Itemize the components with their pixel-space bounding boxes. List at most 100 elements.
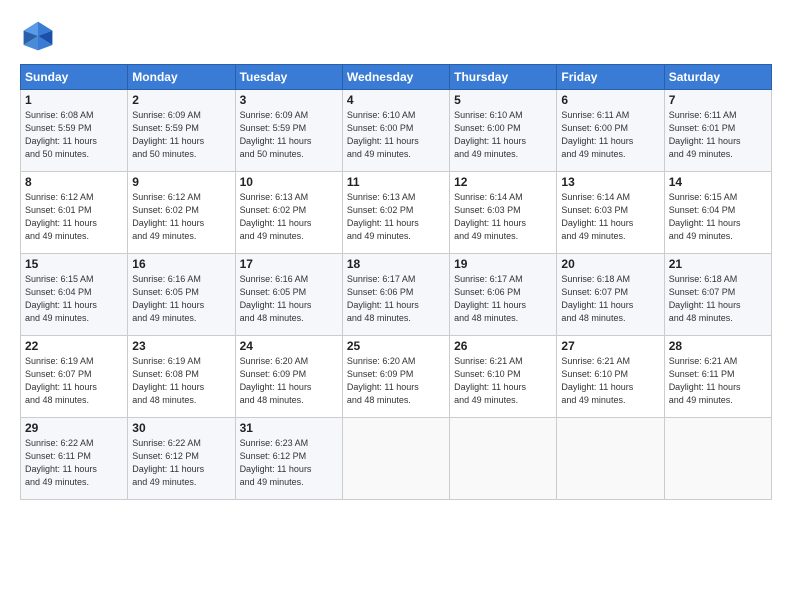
day-detail: Sunrise: 6:11 AM Sunset: 6:01 PM Dayligh…	[669, 109, 767, 161]
day-detail: Sunrise: 6:20 AM Sunset: 6:09 PM Dayligh…	[347, 355, 445, 407]
day-number: 6	[561, 93, 659, 107]
day-detail: Sunrise: 6:13 AM Sunset: 6:02 PM Dayligh…	[240, 191, 338, 243]
day-detail: Sunrise: 6:21 AM Sunset: 6:10 PM Dayligh…	[561, 355, 659, 407]
day-detail: Sunrise: 6:20 AM Sunset: 6:09 PM Dayligh…	[240, 355, 338, 407]
calendar-day-cell: 16 Sunrise: 6:16 AM Sunset: 6:05 PM Dayli…	[128, 254, 235, 336]
day-number: 19	[454, 257, 552, 271]
page: SundayMondayTuesdayWednesdayThursdayFrid…	[0, 0, 792, 612]
day-number: 25	[347, 339, 445, 353]
calendar-day-cell: 11Sunrise: 6:13 AM Sunset: 6:02 PM Dayli…	[342, 172, 449, 254]
day-detail: Sunrise: 6:13 AM Sunset: 6:02 PM Dayligh…	[347, 191, 445, 243]
day-detail: Sunrise: 6:19 AM Sunset: 6:08 PM Dayligh…	[132, 355, 230, 407]
day-detail: Sunrise: 6:08 AM Sunset: 5:59 PM Dayligh…	[25, 109, 123, 161]
day-number: 10	[240, 175, 338, 189]
calendar-day-cell: 28 Sunrise: 6:21 AM Sunset: 6:11 PM Dayli…	[664, 336, 771, 418]
header-row: SundayMondayTuesdayWednesdayThursdayFrid…	[21, 65, 772, 90]
day-number: 23	[132, 339, 230, 353]
day-number: 12	[454, 175, 552, 189]
calendar-week-row: 1 Sunrise: 6:08 AM Sunset: 5:59 PM Daylig…	[21, 90, 772, 172]
day-number: 21	[669, 257, 767, 271]
calendar-day-cell: 27 Sunrise: 6:21 AM Sunset: 6:10 PM Dayli…	[557, 336, 664, 418]
calendar-day-cell: 14 Sunrise: 6:15 AM Sunset: 6:04 PM Dayli…	[664, 172, 771, 254]
calendar-day-cell: 6 Sunrise: 6:11 AM Sunset: 6:00 PM Daylig…	[557, 90, 664, 172]
calendar-day-cell: 10 Sunrise: 6:13 AM Sunset: 6:02 PM Dayli…	[235, 172, 342, 254]
day-number: 9	[132, 175, 230, 189]
day-detail: Sunrise: 6:11 AM Sunset: 6:00 PM Dayligh…	[561, 109, 659, 161]
day-number: 29	[25, 421, 123, 435]
calendar-table: SundayMondayTuesdayWednesdayThursdayFrid…	[20, 64, 772, 500]
day-detail: Sunrise: 6:17 AM Sunset: 6:06 PM Dayligh…	[347, 273, 445, 325]
empty-cell	[557, 418, 664, 500]
day-number: 7	[669, 93, 767, 107]
calendar-day-cell: 8 Sunrise: 6:12 AM Sunset: 6:01 PM Daylig…	[21, 172, 128, 254]
day-number: 30	[132, 421, 230, 435]
header-day: Sunday	[21, 65, 128, 90]
logo	[20, 18, 62, 54]
day-number: 14	[669, 175, 767, 189]
day-detail: Sunrise: 6:19 AM Sunset: 6:07 PM Dayligh…	[25, 355, 123, 407]
day-detail: Sunrise: 6:22 AM Sunset: 6:12 PM Dayligh…	[132, 437, 230, 489]
day-detail: Sunrise: 6:16 AM Sunset: 6:05 PM Dayligh…	[132, 273, 230, 325]
day-detail: Sunrise: 6:18 AM Sunset: 6:07 PM Dayligh…	[669, 273, 767, 325]
day-number: 17	[240, 257, 338, 271]
empty-cell	[664, 418, 771, 500]
calendar-day-cell: 22Sunrise: 6:19 AM Sunset: 6:07 PM Dayli…	[21, 336, 128, 418]
day-detail: Sunrise: 6:15 AM Sunset: 6:04 PM Dayligh…	[25, 273, 123, 325]
calendar-day-cell: 7 Sunrise: 6:11 AM Sunset: 6:01 PM Daylig…	[664, 90, 771, 172]
calendar-day-cell: 5 Sunrise: 6:10 AM Sunset: 6:00 PM Daylig…	[450, 90, 557, 172]
calendar-day-cell: 24 Sunrise: 6:20 AM Sunset: 6:09 PM Dayli…	[235, 336, 342, 418]
calendar-week-row: 15 Sunrise: 6:15 AM Sunset: 6:04 PM Dayli…	[21, 254, 772, 336]
day-number: 16	[132, 257, 230, 271]
day-detail: Sunrise: 6:12 AM Sunset: 6:02 PM Dayligh…	[132, 191, 230, 243]
day-detail: Sunrise: 6:21 AM Sunset: 6:11 PM Dayligh…	[669, 355, 767, 407]
calendar-day-cell: 26 Sunrise: 6:21 AM Sunset: 6:10 PM Dayli…	[450, 336, 557, 418]
day-detail: Sunrise: 6:14 AM Sunset: 6:03 PM Dayligh…	[454, 191, 552, 243]
calendar-day-cell: 31Sunrise: 6:23 AM Sunset: 6:12 PM Dayli…	[235, 418, 342, 500]
day-number: 2	[132, 93, 230, 107]
day-number: 18	[347, 257, 445, 271]
day-detail: Sunrise: 6:17 AM Sunset: 6:06 PM Dayligh…	[454, 273, 552, 325]
calendar-day-cell: 21 Sunrise: 6:18 AM Sunset: 6:07 PM Dayli…	[664, 254, 771, 336]
day-number: 31	[240, 421, 338, 435]
day-number: 8	[25, 175, 123, 189]
day-number: 27	[561, 339, 659, 353]
header-day: Wednesday	[342, 65, 449, 90]
day-detail: Sunrise: 6:22 AM Sunset: 6:11 PM Dayligh…	[25, 437, 123, 489]
calendar-day-cell: 4Sunrise: 6:10 AM Sunset: 6:00 PM Daylig…	[342, 90, 449, 172]
day-number: 28	[669, 339, 767, 353]
calendar-day-cell: 3Sunrise: 6:09 AM Sunset: 5:59 PM Daylig…	[235, 90, 342, 172]
day-detail: Sunrise: 6:16 AM Sunset: 6:05 PM Dayligh…	[240, 273, 338, 325]
empty-cell	[450, 418, 557, 500]
header	[20, 18, 772, 54]
day-number: 13	[561, 175, 659, 189]
calendar-day-cell: 23 Sunrise: 6:19 AM Sunset: 6:08 PM Dayli…	[128, 336, 235, 418]
header-day: Tuesday	[235, 65, 342, 90]
day-detail: Sunrise: 6:10 AM Sunset: 6:00 PM Dayligh…	[454, 109, 552, 161]
day-detail: Sunrise: 6:12 AM Sunset: 6:01 PM Dayligh…	[25, 191, 123, 243]
day-number: 24	[240, 339, 338, 353]
calendar-week-row: 29 Sunrise: 6:22 AM Sunset: 6:11 PM Dayli…	[21, 418, 772, 500]
header-day: Friday	[557, 65, 664, 90]
calendar-day-cell: 9 Sunrise: 6:12 AM Sunset: 6:02 PM Daylig…	[128, 172, 235, 254]
day-number: 5	[454, 93, 552, 107]
calendar-day-cell: 1 Sunrise: 6:08 AM Sunset: 5:59 PM Daylig…	[21, 90, 128, 172]
day-number: 26	[454, 339, 552, 353]
day-detail: Sunrise: 6:09 AM Sunset: 5:59 PM Dayligh…	[132, 109, 230, 161]
day-detail: Sunrise: 6:09 AM Sunset: 5:59 PM Dayligh…	[240, 109, 338, 161]
calendar-day-cell: 25 Sunrise: 6:20 AM Sunset: 6:09 PM Dayli…	[342, 336, 449, 418]
header-day: Monday	[128, 65, 235, 90]
day-number: 15	[25, 257, 123, 271]
day-detail: Sunrise: 6:21 AM Sunset: 6:10 PM Dayligh…	[454, 355, 552, 407]
day-detail: Sunrise: 6:15 AM Sunset: 6:04 PM Dayligh…	[669, 191, 767, 243]
logo-icon	[20, 18, 56, 54]
calendar-day-cell: 18 Sunrise: 6:17 AM Sunset: 6:06 PM Dayli…	[342, 254, 449, 336]
calendar-day-cell: 20Sunrise: 6:18 AM Sunset: 6:07 PM Dayli…	[557, 254, 664, 336]
day-number: 1	[25, 93, 123, 107]
day-detail: Sunrise: 6:18 AM Sunset: 6:07 PM Dayligh…	[561, 273, 659, 325]
calendar-day-cell: 13Sunrise: 6:14 AM Sunset: 6:03 PM Dayli…	[557, 172, 664, 254]
calendar-day-cell: 17 Sunrise: 6:16 AM Sunset: 6:05 PM Dayli…	[235, 254, 342, 336]
calendar-day-cell: 2 Sunrise: 6:09 AM Sunset: 5:59 PM Daylig…	[128, 90, 235, 172]
header-day: Saturday	[664, 65, 771, 90]
calendar-week-row: 22Sunrise: 6:19 AM Sunset: 6:07 PM Dayli…	[21, 336, 772, 418]
calendar-day-cell: 30 Sunrise: 6:22 AM Sunset: 6:12 PM Dayli…	[128, 418, 235, 500]
